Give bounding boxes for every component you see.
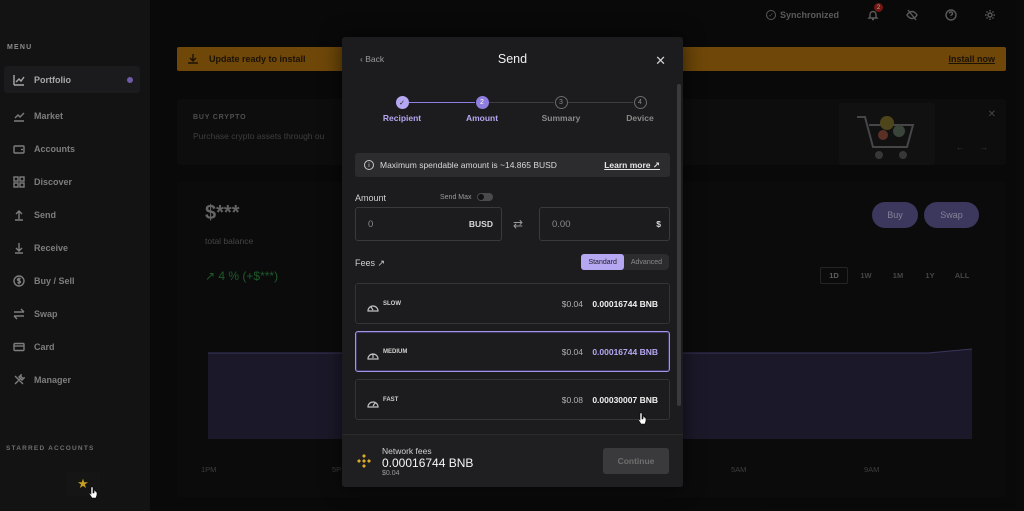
sidebar-item-label: Portfolio [34,74,71,85]
close-icon[interactable]: ✕ [655,53,666,69]
speedometer-icon [367,347,379,360]
send-max-label: Send Max [440,193,472,201]
sidebar-nav: Portfolio Market Accounts Discover Send … [4,66,140,396]
sidebar-item-label: Discover [34,176,73,187]
menu-title: MENU [7,44,33,51]
send-modal: ‹ Back Send ✕ ✓ Recipient 2 Amount 3 Sum… [342,37,683,487]
network-fees-value: 0.00016744 BNB [382,456,474,470]
step-summary: 3 Summary [531,96,591,123]
sidebar-item-send[interactable]: Send [4,198,140,231]
spendable-info: i Maximum spendable amount is ~14.865 BU… [355,153,670,177]
sidebar-item-portfolio[interactable]: Portfolio [4,66,140,93]
step-amount: 2 Amount [452,96,512,123]
fee-usd: $0.08 [561,394,583,405]
starred-accounts-title: STARRED ACCOUNTS [6,445,95,452]
arrow-down-icon [12,241,26,255]
step-label: Amount [465,113,499,123]
swap-icon[interactable]: ⇄ [513,217,523,231]
amount-unit: BUSD [468,219,493,229]
sidebar-item-label: Receive [34,242,69,253]
info-icon: i [364,160,374,170]
step-label: Recipient [382,113,422,123]
fee-bnb: 0.00030007 BNB [592,394,658,405]
info-text: Maximum spendable amount is ~14.865 BUSD [380,160,557,170]
sidebar-item-label: Accounts [34,143,76,154]
sidebar-item-label: Send [34,209,57,220]
sidebar-item-buy-sell[interactable]: Buy / Sell [4,264,140,297]
sidebar-item-market[interactable]: Market [4,99,140,132]
stepper: ✓ Recipient 2 Amount 3 Summary 4 Device [372,96,662,126]
fee-mode-advanced[interactable]: Advanced [624,254,669,270]
sidebar-item-swap[interactable]: Swap [4,297,140,330]
fee-option-medium[interactable]: MEDIUM $0.04 0.00016744 BNB [355,331,670,372]
trend-icon [12,109,26,123]
fiat-value: 0.00 [552,218,571,230]
tools-icon [12,373,26,387]
fee-bnb: 0.00016744 BNB [592,298,658,309]
bnb-logo-icon [357,454,371,468]
step-device: 4 Device [610,96,670,123]
scrollbar[interactable] [677,84,681,406]
grid-icon [12,175,26,189]
arrow-up-icon [12,208,26,222]
step-recipient: ✓ Recipient [372,96,432,123]
fiat-unit: $ [656,219,661,229]
modal-title: Send [497,52,528,66]
step-label: Summary [541,113,581,123]
sidebar-item-label: Market [34,110,64,121]
sidebar-item-label: Card [34,341,55,352]
fees-label[interactable]: Fees ↗ [355,258,385,269]
network-fees-label: Network fees [382,446,432,456]
step-label: Device [626,113,654,123]
amount-label: Amount [355,193,387,203]
step-number: 4 [633,96,647,109]
wallet-icon [12,142,26,156]
chart-icon [12,73,26,87]
sidebar-item-accounts[interactable]: Accounts [4,132,140,165]
swap-icon [12,307,26,321]
fee-option-slow[interactable]: SLOW $0.04 0.00016744 BNB [355,283,670,324]
fee-mode-toggle: Standard Advanced [581,254,669,270]
sidebar-item-card[interactable]: Card [4,330,140,363]
pointer-cursor-icon [637,412,647,425]
fee-option-fast[interactable]: FAST $0.08 0.00030007 BNB [355,379,670,420]
card-icon [12,340,26,354]
amount-value: 0 [368,218,374,230]
sidebar-item-manager[interactable]: Manager [4,363,140,396]
fee-bnb: 0.00016744 BNB [592,346,658,357]
sidebar-item-label: Manager [34,374,72,385]
fee-name: FAST [383,396,399,403]
sidebar: MENU Portfolio Market Accounts Discover … [0,0,150,511]
network-fees-usd: $0.04 [382,470,400,477]
sidebar-item-receive[interactable]: Receive [4,231,140,264]
fee-mode-standard[interactable]: Standard [581,254,624,270]
dollar-icon [12,274,26,288]
fee-name: SLOW [383,300,401,307]
step-number: 3 [554,96,568,109]
amount-input[interactable]: 0 BUSD [355,207,502,241]
speedometer-icon [367,299,379,312]
modal-footer: Network fees 0.00016744 BNB $0.04 Contin… [342,434,683,487]
fee-name: MEDIUM [383,348,408,355]
pointer-cursor-icon [88,486,98,499]
fee-usd: $0.04 [561,298,583,309]
step-number: 2 [475,96,489,109]
sidebar-item-label: Buy / Sell [34,275,75,286]
sidebar-item-label: Swap [34,308,58,319]
learn-more-link[interactable]: Learn more ↗ [604,160,660,171]
send-max: Send Max [440,193,493,201]
sidebar-item-discover[interactable]: Discover [4,165,140,198]
speedometer-icon [367,395,379,408]
fee-usd: $0.04 [561,346,583,357]
continue-button[interactable]: Continue [603,448,669,474]
send-max-toggle[interactable] [476,193,493,201]
fiat-input[interactable]: 0.00 $ [539,207,670,241]
check-icon: ✓ [395,96,409,109]
active-dot [127,76,133,83]
